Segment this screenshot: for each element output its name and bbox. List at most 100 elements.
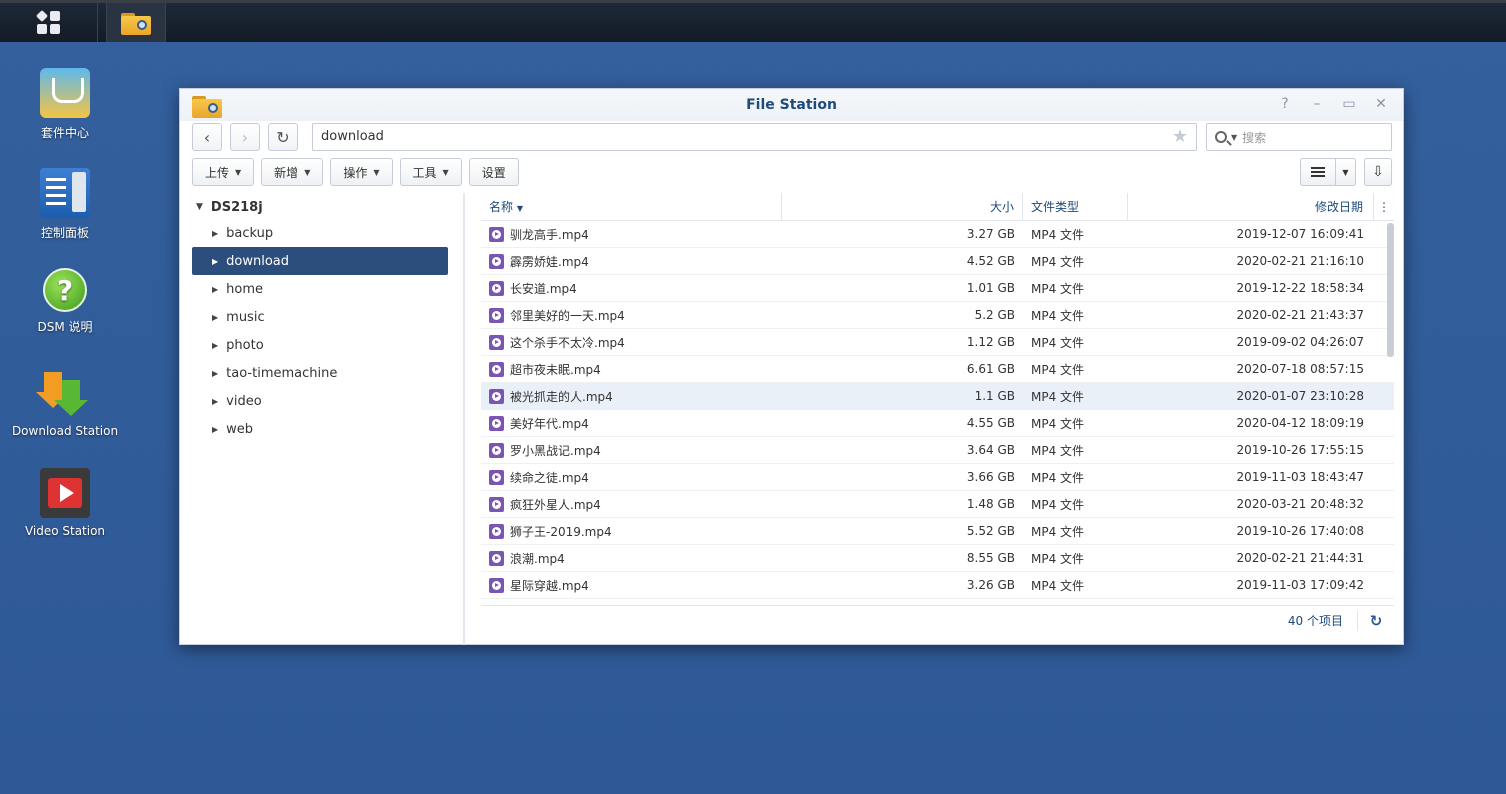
tree-item-music[interactable]: ▶ music xyxy=(192,303,448,331)
chevron-down-icon[interactable]: ▼ xyxy=(196,202,203,212)
table-row[interactable]: 邻里美好的一天.mp4 5.2 GB MP4 文件 2020-02-21 21:43:… xyxy=(481,302,1394,329)
main-menu-button[interactable] xyxy=(0,3,98,42)
file-name-cell: 星际穿越.mp4 xyxy=(481,577,782,594)
taskbar-file-station[interactable] xyxy=(106,3,166,42)
window-titlebar[interactable]: File Station ? – ▭ ✕ xyxy=(180,89,1403,121)
desktop-icon-label: 控制面板 xyxy=(40,226,89,240)
action-button[interactable]: 操作 ▼ xyxy=(330,158,393,186)
chevron-down-icon[interactable]: ▼ xyxy=(1231,133,1237,142)
upload-button[interactable]: 上传 ▼ xyxy=(192,158,255,186)
tree-root-label: DS218j xyxy=(210,199,263,215)
header-size[interactable]: 大小 xyxy=(782,193,1023,221)
pane-splitter[interactable] xyxy=(463,193,465,645)
desktop-icon-dsm-help[interactable]: ? DSM 说明 xyxy=(5,268,125,335)
header-type[interactable]: 文件类型 xyxy=(1023,193,1128,221)
file-name-cell: 被光抓走的人.mp4 xyxy=(481,388,782,405)
video-file-icon xyxy=(489,361,504,377)
tree-root[interactable]: ▼ DS218j xyxy=(192,195,448,219)
table-row[interactable]: 续命之徒.mp4 3.66 GB MP4 文件 2019-11-03 18:43:47 xyxy=(481,464,1394,491)
file-type: MP4 文件 xyxy=(1031,416,1085,431)
file-type: MP4 文件 xyxy=(1031,497,1085,512)
desktop-icon-video-station[interactable]: Video Station xyxy=(5,468,125,538)
tree-item-home[interactable]: ▶ home xyxy=(192,275,448,303)
search-input[interactable]: ▼ 搜索 xyxy=(1206,123,1392,151)
chevron-right-icon[interactable]: ▶ xyxy=(212,425,218,434)
refresh-icon[interactable]: ↻ xyxy=(1358,612,1394,630)
tree-item-video[interactable]: ▶ video xyxy=(192,387,448,415)
file-name: 邻里美好的一天.mp4 xyxy=(510,308,625,323)
tree-item-label: home xyxy=(226,281,264,297)
desktop-icon-label: Download Station xyxy=(11,424,119,438)
forward-button[interactable]: › xyxy=(230,123,260,151)
table-row[interactable]: 霹雳娇娃.mp4 4.52 GB MP4 文件 2020-02-21 21:16:10 xyxy=(481,248,1394,275)
sort-button[interactable]: ⇩ xyxy=(1364,158,1392,186)
column-menu-icon[interactable]: ⋮ xyxy=(1374,200,1394,214)
table-row[interactable]: 星际穿越.mp4 3.26 GB MP4 文件 2019-11-03 17:09:42 xyxy=(481,572,1394,599)
file-name: 续命之徒.mp4 xyxy=(510,470,589,485)
chevron-right-icon[interactable]: ▶ xyxy=(212,285,218,294)
table-row[interactable]: 美好年代.mp4 4.55 GB MP4 文件 2020-04-12 18:09:19 xyxy=(481,410,1394,437)
file-size: 3.27 GB xyxy=(966,227,1015,241)
chevron-right-icon[interactable]: ▶ xyxy=(212,397,218,406)
file-name: 驯龙高手.mp4 xyxy=(510,227,589,242)
chevron-down-icon: ▼ xyxy=(304,167,311,177)
star-icon[interactable]: ★ xyxy=(1172,124,1188,150)
maximize-icon[interactable]: ▭ xyxy=(1341,96,1357,112)
file-name: 被光抓走的人.mp4 xyxy=(510,389,613,404)
table-row[interactable]: 疯狂外星人.mp4 1.48 GB MP4 文件 2020-03-21 20:48:3… xyxy=(481,491,1394,518)
back-button[interactable]: ‹ xyxy=(192,123,222,151)
file-modified: 2019-11-03 18:43:47 xyxy=(1236,470,1364,484)
file-modified: 2020-04-12 18:09:19 xyxy=(1236,416,1364,430)
scrollbar[interactable] xyxy=(1387,223,1394,357)
table-row[interactable]: 长安道.mp4 1.01 GB MP4 文件 2019-12-22 18:58:34 xyxy=(481,275,1394,302)
chevron-right-icon[interactable]: ▶ xyxy=(212,257,218,266)
header-name-label: 名称 xyxy=(489,199,514,214)
tree-item-label: video xyxy=(226,393,262,409)
file-size: 1.01 GB xyxy=(966,281,1015,295)
settings-button[interactable]: 设置 xyxy=(468,158,519,186)
file-size: 8.55 GB xyxy=(966,551,1015,565)
tree-item-backup[interactable]: ▶ backup xyxy=(192,219,448,247)
file-name-cell: 罗小黑战记.mp4 xyxy=(481,442,782,459)
file-type: MP4 文件 xyxy=(1031,524,1085,539)
chevron-right-icon[interactable]: ▶ xyxy=(212,313,218,322)
table-row[interactable]: 这个杀手不太冷.mp4 1.12 GB MP4 文件 2019-09-02 04:26… xyxy=(481,329,1394,356)
view-dropdown-button[interactable]: ▼ xyxy=(1336,158,1356,186)
desktop-icon-package-center[interactable]: 套件中心 xyxy=(5,68,125,141)
folder-tree: ▼ DS218j ▶ backup ▶ download ▶ home ▶ music … xyxy=(192,195,448,645)
tree-item-web[interactable]: ▶ web xyxy=(192,415,448,443)
file-name: 超市夜未眠.mp4 xyxy=(510,362,601,377)
table-row[interactable]: 狮子王-2019.mp4 5.52 GB MP4 文件 2019-10-26 17:4… xyxy=(481,518,1394,545)
refresh-button[interactable]: ↻ xyxy=(268,123,298,151)
chevron-right-icon[interactable]: ▶ xyxy=(212,369,218,378)
table-row[interactable]: 浪潮.mp4 8.55 GB MP4 文件 2020-02-21 21:44:31 xyxy=(481,545,1394,572)
chevron-right-icon[interactable]: ▶ xyxy=(212,229,218,238)
chevron-right-icon[interactable]: ▶ xyxy=(212,341,218,350)
table-row[interactable]: 罗小黑战记.mp4 3.64 GB MP4 文件 2019-10-26 17:55:1… xyxy=(481,437,1394,464)
help-icon[interactable]: ? xyxy=(1277,96,1293,112)
desktop-icon-control-panel[interactable]: 控制面板 xyxy=(5,168,125,241)
tree-item-download[interactable]: ▶ download xyxy=(192,247,448,275)
tools-button[interactable]: 工具 ▼ xyxy=(399,158,462,186)
file-name-cell: 这个杀手不太冷.mp4 xyxy=(481,334,782,351)
file-type: MP4 文件 xyxy=(1031,254,1085,269)
folder-search-icon xyxy=(192,94,222,118)
header-name[interactable]: 名称 ▼ xyxy=(481,193,782,221)
create-button[interactable]: 新增 ▼ xyxy=(261,158,324,186)
file-size: 1.12 GB xyxy=(966,335,1015,349)
path-input[interactable]: download ★ xyxy=(312,123,1197,151)
list-view-button[interactable] xyxy=(1300,158,1336,186)
close-icon[interactable]: ✕ xyxy=(1373,96,1389,112)
header-modified[interactable]: 修改日期 xyxy=(1128,193,1374,221)
table-row[interactable]: 超市夜未眠.mp4 6.61 GB MP4 文件 2020-07-18 08:57:1… xyxy=(481,356,1394,383)
tree-item-tao-timemachine[interactable]: ▶ tao-timemachine xyxy=(192,359,448,387)
desktop-icon-download-station[interactable]: Download Station xyxy=(5,368,125,438)
table-row[interactable]: 驯龙高手.mp4 3.27 GB MP4 文件 2019-12-07 16:09:41 xyxy=(481,221,1394,248)
tree-item-photo[interactable]: ▶ photo xyxy=(192,331,448,359)
video-file-icon xyxy=(489,469,504,485)
tree-item-label: download xyxy=(226,253,290,269)
file-size: 1.1 GB xyxy=(974,389,1015,403)
file-list: 名称 ▼ 大小 文件类型 修改日期 ⋮ 驯龙高手.mp4 3.27 GB MP4 文… xyxy=(481,193,1394,603)
minimize-icon[interactable]: – xyxy=(1309,96,1325,112)
table-row[interactable]: 被光抓走的人.mp4 1.1 GB MP4 文件 2020-01-07 23:10:2… xyxy=(481,383,1394,410)
